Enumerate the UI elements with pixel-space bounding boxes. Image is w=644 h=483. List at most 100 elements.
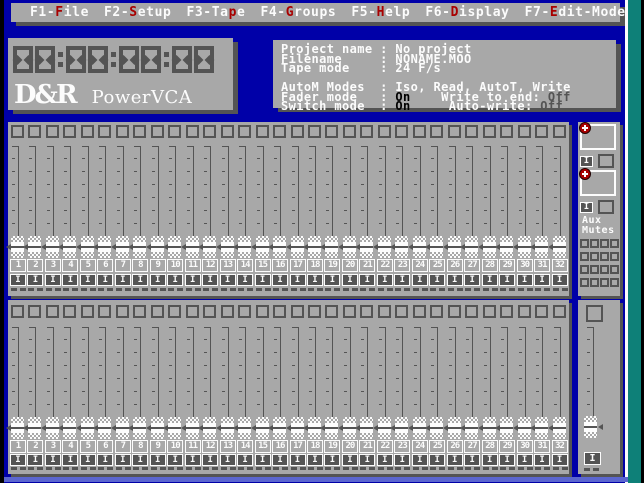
channel-iso-button[interactable]: I	[552, 274, 568, 286]
channel-top-button[interactable]	[133, 305, 146, 318]
fader-knob[interactable]	[98, 417, 111, 439]
aux-mute-button[interactable]	[610, 239, 619, 248]
master-fader-knob[interactable]	[584, 416, 597, 438]
channel-top-button[interactable]	[325, 305, 338, 318]
fader-knob[interactable]	[448, 417, 461, 439]
channel-iso-button[interactable]: I	[342, 274, 358, 286]
fader-knob[interactable]	[203, 417, 216, 439]
channel-iso-button[interactable]: I	[464, 274, 480, 286]
fader-knob[interactable]	[325, 417, 338, 439]
channel-top-button[interactable]	[535, 305, 548, 318]
aux-mute-button[interactable]	[610, 252, 619, 261]
channel-top-button[interactable]	[553, 305, 566, 318]
fader-knob[interactable]	[46, 236, 59, 258]
channel-top-button[interactable]	[378, 125, 391, 138]
fader-knob[interactable]	[256, 236, 269, 258]
fader-knob[interactable]	[221, 417, 234, 439]
group-iso-button-1[interactable]: I	[580, 156, 593, 167]
fader-knob[interactable]	[378, 417, 391, 439]
channel-iso-button[interactable]: I	[482, 454, 498, 466]
channel-top-button[interactable]	[151, 125, 164, 138]
channel-top-button[interactable]	[203, 305, 216, 318]
channel-top-button[interactable]	[238, 125, 251, 138]
fader-knob[interactable]	[203, 236, 216, 258]
channel-top-button[interactable]	[116, 305, 129, 318]
channel-top-button[interactable]	[465, 305, 478, 318]
channel-iso-button[interactable]: I	[97, 454, 113, 466]
channel-iso-button[interactable]: I	[324, 454, 340, 466]
aux-mute-button[interactable]	[610, 278, 619, 287]
channel-top-button[interactable]	[291, 305, 304, 318]
channel-top-button[interactable]	[186, 125, 199, 138]
fader-knob[interactable]	[308, 417, 321, 439]
channel-iso-button[interactable]: I	[132, 454, 148, 466]
channel-top-button[interactable]	[343, 125, 356, 138]
channel-top-button[interactable]	[46, 305, 59, 318]
aux-mute-button[interactable]	[590, 265, 599, 274]
fader-knob[interactable]	[413, 236, 426, 258]
fader-knob[interactable]	[273, 417, 286, 439]
channel-top-button[interactable]	[325, 125, 338, 138]
channel-iso-button[interactable]: I	[272, 454, 288, 466]
channel-iso-button[interactable]: I	[552, 454, 568, 466]
fader-knob[interactable]	[448, 236, 461, 258]
fader-knob[interactable]	[256, 417, 269, 439]
fader-knob[interactable]	[465, 417, 478, 439]
channel-iso-button[interactable]: I	[80, 274, 96, 286]
fader-knob[interactable]	[500, 236, 513, 258]
channel-iso-button[interactable]: I	[202, 274, 218, 286]
fader-knob[interactable]	[186, 236, 199, 258]
channel-iso-button[interactable]: I	[447, 454, 463, 466]
channel-iso-button[interactable]: I	[220, 274, 236, 286]
fader-knob[interactable]	[535, 236, 548, 258]
channel-iso-button[interactable]: I	[45, 454, 61, 466]
channel-iso-button[interactable]: I	[359, 274, 375, 286]
aux-mute-button[interactable]	[580, 278, 589, 287]
channel-top-button[interactable]	[133, 125, 146, 138]
channel-top-button[interactable]	[500, 125, 513, 138]
fader-knob[interactable]	[395, 236, 408, 258]
fader-knob[interactable]	[430, 236, 443, 258]
fader-knob[interactable]	[28, 417, 41, 439]
channel-top-button[interactable]	[378, 305, 391, 318]
fader-knob[interactable]	[46, 417, 59, 439]
channel-iso-button[interactable]: I	[62, 454, 78, 466]
channel-top-button[interactable]	[203, 125, 216, 138]
master-iso-button[interactable]: I	[584, 452, 601, 465]
channel-top-button[interactable]	[273, 125, 286, 138]
channel-top-button[interactable]	[500, 305, 513, 318]
fader-knob[interactable]	[430, 417, 443, 439]
channel-iso-button[interactable]: I	[10, 274, 26, 286]
fader-knob[interactable]	[360, 417, 373, 439]
channel-top-button[interactable]	[395, 125, 408, 138]
fader-knob[interactable]	[413, 417, 426, 439]
fader-knob[interactable]	[518, 236, 531, 258]
channel-top-button[interactable]	[413, 125, 426, 138]
channel-top-button[interactable]	[63, 305, 76, 318]
aux-mute-button[interactable]	[590, 278, 599, 287]
menu-item-setup[interactable]: F2-Setup	[104, 5, 171, 20]
fader-knob[interactable]	[273, 236, 286, 258]
fader-knob[interactable]	[63, 236, 76, 258]
aux-mute-button[interactable]	[600, 239, 609, 248]
channel-iso-button[interactable]: I	[429, 274, 445, 286]
channel-top-button[interactable]	[483, 305, 496, 318]
channel-iso-button[interactable]: I	[324, 274, 340, 286]
channel-top-button[interactable]	[81, 305, 94, 318]
channel-top-button[interactable]	[256, 125, 269, 138]
channel-iso-button[interactable]: I	[255, 454, 271, 466]
channel-iso-button[interactable]: I	[115, 454, 131, 466]
channel-top-button[interactable]	[308, 125, 321, 138]
fader-knob[interactable]	[291, 236, 304, 258]
fader-knob[interactable]	[98, 236, 111, 258]
channel-top-button[interactable]	[553, 125, 566, 138]
fader-knob[interactable]	[221, 236, 234, 258]
channel-iso-button[interactable]: I	[377, 274, 393, 286]
channel-iso-button[interactable]: I	[272, 274, 288, 286]
channel-iso-button[interactable]: I	[220, 454, 236, 466]
fader-knob[interactable]	[395, 417, 408, 439]
fader-knob[interactable]	[63, 417, 76, 439]
fader-knob[interactable]	[291, 417, 304, 439]
channel-top-button[interactable]	[168, 125, 181, 138]
channel-iso-button[interactable]: I	[185, 454, 201, 466]
